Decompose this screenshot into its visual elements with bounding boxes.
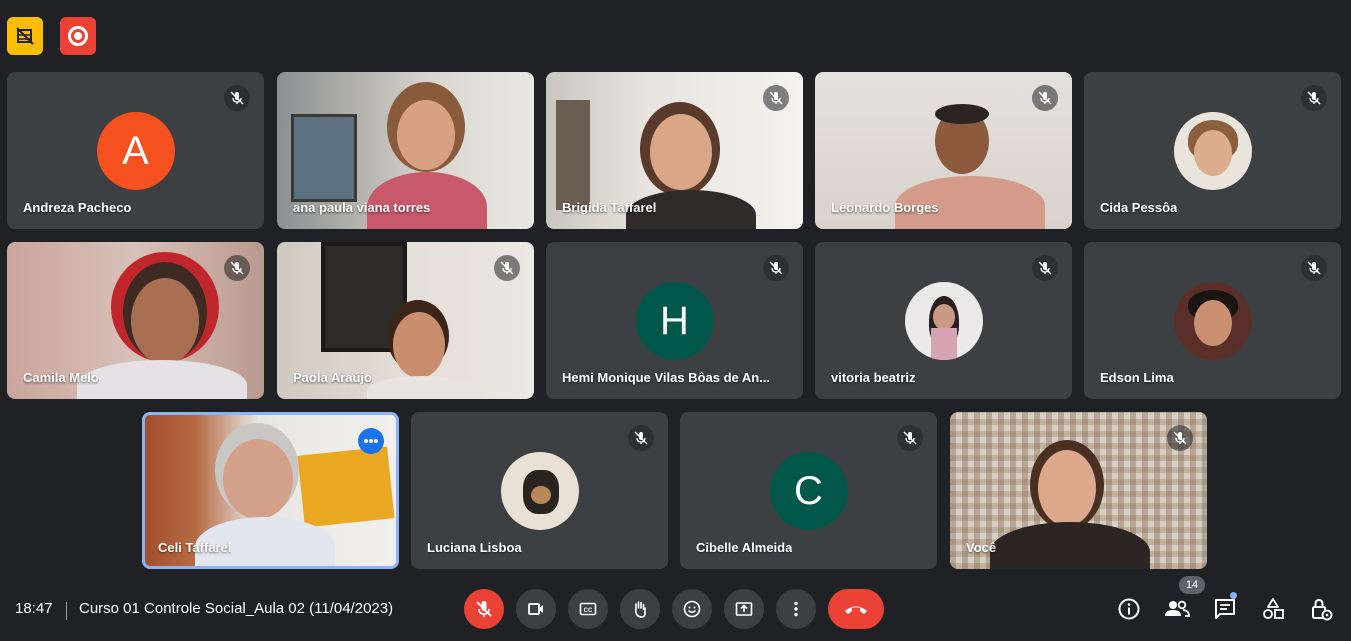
mic-off-icon (1167, 425, 1193, 451)
avatar (1173, 282, 1252, 360)
mic-off-icon (1032, 85, 1058, 111)
present-screen-icon (735, 602, 753, 616)
emoji-icon (683, 600, 701, 618)
mic-off-icon (897, 425, 923, 451)
divider (66, 602, 67, 620)
chat-icon (1215, 599, 1235, 619)
bottom-bar: 18:47 Curso 01 Controle Social_Aula 02 (… (0, 576, 1351, 641)
more-horizontal-icon (364, 439, 378, 443)
avatar: C (769, 452, 848, 530)
avatar: H (635, 282, 714, 360)
participant-name: Edson Lima (1100, 370, 1174, 385)
participant-name: Você (966, 540, 997, 555)
participant-video (990, 412, 1160, 569)
reactions-button[interactable] (672, 589, 712, 629)
svg-text:CC: CC (584, 608, 593, 614)
mic-off-icon (1301, 255, 1327, 281)
participant-tile-active-speaker[interactable]: Celi Taffarel (142, 412, 399, 569)
avatar (1173, 112, 1252, 190)
participant-name: Leonardo Borges (831, 200, 939, 215)
mic-off-icon (763, 255, 789, 281)
participant-tile[interactable]: Cida Pessôa (1084, 72, 1341, 229)
participant-name: ana paula viana torres (293, 200, 431, 215)
participant-name: Brigida Taffarel (562, 200, 657, 215)
activities-shapes-icon (1263, 598, 1284, 619)
participant-tile[interactable]: Paola Araújo (277, 242, 534, 399)
avatar (904, 282, 983, 360)
recording-icon (68, 26, 88, 46)
mic-off-icon (763, 85, 789, 111)
participant-tile[interactable]: Camila Melo (7, 242, 264, 399)
captions-button[interactable]: CC (568, 589, 608, 629)
mic-off-icon (476, 601, 492, 617)
mic-off-icon (494, 255, 520, 281)
layout-badge[interactable] (7, 17, 43, 55)
no-video-layout-icon (16, 27, 34, 45)
clock: 18:47 (15, 600, 53, 617)
hang-up-icon (845, 606, 867, 614)
raise-hand-button[interactable] (620, 589, 660, 629)
more-options-button[interactable] (776, 589, 816, 629)
participant-count-badge: 14 (1179, 576, 1205, 594)
participant-name: Camila Melo (23, 370, 99, 385)
recording-badge[interactable] (60, 17, 96, 55)
more-vertical-icon (794, 601, 798, 617)
people-icon (1165, 600, 1190, 617)
mic-off-icon (224, 85, 250, 111)
participant-name: Andreza Pacheco (23, 200, 132, 215)
closed-captions-icon: CC (579, 602, 597, 616)
present-screen-button[interactable] (724, 589, 764, 629)
participant-tile[interactable]: Leonardo Borges (815, 72, 1072, 229)
video-camera-icon (528, 603, 543, 615)
mic-off-icon (1032, 255, 1058, 281)
info-icon (1118, 598, 1140, 620)
mic-off-icon (628, 425, 654, 451)
microphone-toggle-button[interactable] (464, 589, 504, 629)
avatar (500, 452, 579, 530)
participant-name: Hemi Monique Vilas Bôas de An... (562, 370, 771, 385)
participant-tile-self[interactable]: Você (950, 412, 1207, 569)
avatar: A (96, 112, 175, 190)
participant-tile[interactable]: Luciana Lisboa (411, 412, 668, 569)
host-controls-button[interactable] (1307, 595, 1335, 623)
painting (291, 114, 357, 202)
meeting-details-button[interactable] (1115, 595, 1143, 623)
participant-tile[interactable]: H Hemi Monique Vilas Bôas de An... (546, 242, 803, 399)
participant-tile[interactable]: A Andreza Pacheco (7, 72, 264, 229)
more-options-button[interactable] (358, 428, 384, 454)
raise-hand-icon (634, 601, 646, 618)
people-button[interactable] (1163, 595, 1191, 623)
participant-name: Cibelle Almeida (696, 540, 793, 555)
participant-tile[interactable]: C Cibelle Almeida (680, 412, 937, 569)
participant-tile[interactable]: Brigida Taffarel (546, 72, 803, 229)
door-stickers (556, 100, 590, 210)
meeting-title: Curso 01 Controle Social_Aula 02 (11/04/… (79, 600, 394, 617)
participant-tile[interactable]: vitoria beatriz (815, 242, 1072, 399)
leave-call-button[interactable] (828, 589, 884, 629)
participant-name: Luciana Lisboa (427, 540, 522, 555)
participant-tile[interactable]: Edson Lima (1084, 242, 1341, 399)
mic-off-icon (1301, 85, 1327, 111)
participant-name: Cida Pessôa (1100, 200, 1178, 215)
participant-name: Celi Taffarel (158, 540, 232, 555)
mic-off-icon (224, 255, 250, 281)
participant-tile[interactable]: ana paula viana torres (277, 72, 534, 229)
participant-name: Paola Araújo (293, 370, 372, 385)
participant-name: vitoria beatriz (831, 370, 916, 385)
camera-toggle-button[interactable] (516, 589, 556, 629)
lock-settings-icon (1312, 598, 1333, 621)
activities-button[interactable] (1259, 595, 1287, 623)
chat-button[interactable] (1211, 595, 1239, 623)
